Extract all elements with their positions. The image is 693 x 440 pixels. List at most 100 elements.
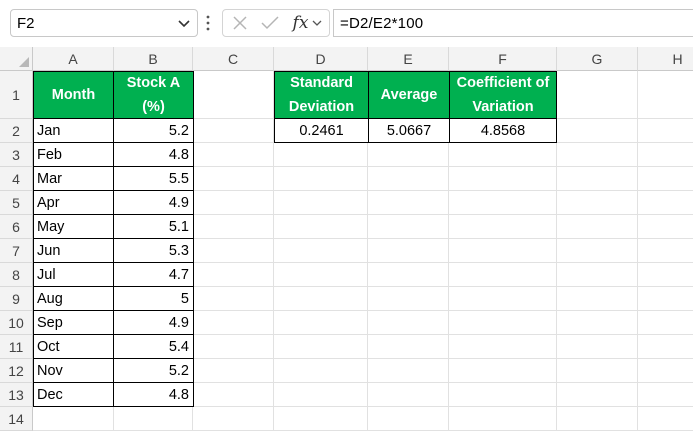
grid-cell[interactable]	[274, 335, 368, 359]
grid-cell[interactable]	[368, 311, 449, 335]
grid-cell[interactable]	[557, 359, 638, 383]
grid-cell[interactable]	[638, 335, 693, 359]
column-header-g[interactable]: G	[557, 47, 638, 71]
grid-cell[interactable]	[449, 263, 557, 287]
stock-value-cell[interactable]: 5.3	[113, 238, 194, 263]
stock-value-cell[interactable]: 4.7	[113, 262, 194, 287]
row-header[interactable]: 3	[0, 143, 33, 167]
stock-header-cell[interactable]: Stock A (%)	[113, 71, 194, 119]
cancel-button[interactable]	[227, 10, 253, 36]
grid-cell[interactable]	[557, 239, 638, 263]
grid-cell[interactable]	[368, 239, 449, 263]
stock-value-cell[interactable]: 4.9	[113, 190, 194, 215]
grid-cell[interactable]	[193, 119, 274, 143]
month-cell[interactable]: Aug	[33, 286, 114, 311]
month-header-cell[interactable]: Month	[33, 71, 114, 119]
average-value-cell[interactable]: 5.0667	[368, 118, 450, 143]
grid-cell[interactable]	[557, 71, 638, 119]
row-header[interactable]: 10	[0, 311, 33, 335]
grid-cell[interactable]	[638, 383, 693, 407]
grid-cell[interactable]	[557, 143, 638, 167]
grid-cell[interactable]	[557, 311, 638, 335]
grid-cell[interactable]	[638, 215, 693, 239]
column-header-h[interactable]: H	[638, 47, 693, 71]
grid-cell[interactable]	[449, 311, 557, 335]
grid-cell[interactable]	[557, 407, 638, 431]
grid-cell[interactable]	[638, 407, 693, 431]
grid-cell[interactable]	[638, 71, 693, 119]
grid-cell[interactable]	[449, 383, 557, 407]
grid-cell[interactable]	[638, 311, 693, 335]
grid-cell[interactable]	[193, 215, 274, 239]
grid-cell[interactable]	[193, 239, 274, 263]
month-cell[interactable]: Dec	[33, 382, 114, 407]
month-cell[interactable]: Mar	[33, 166, 114, 191]
column-header-b[interactable]: B	[114, 47, 193, 71]
row-header[interactable]: 1	[0, 71, 33, 119]
more-options-icon[interactable]	[205, 14, 211, 32]
grid-cell[interactable]	[33, 407, 114, 431]
grid-cell[interactable]	[193, 167, 274, 191]
grid-cell[interactable]	[557, 167, 638, 191]
grid-cell[interactable]	[193, 335, 274, 359]
stock-value-cell[interactable]: 5.2	[113, 358, 194, 383]
row-header[interactable]: 4	[0, 167, 33, 191]
grid-cell[interactable]	[368, 335, 449, 359]
grid-cell[interactable]	[274, 143, 368, 167]
stock-value-cell[interactable]: 4.9	[113, 310, 194, 335]
grid-cell[interactable]	[368, 143, 449, 167]
month-cell[interactable]: Nov	[33, 358, 114, 383]
insert-function-button[interactable]: fx	[289, 10, 327, 36]
column-header-f[interactable]: F	[449, 47, 557, 71]
cv-header-cell[interactable]: Coefficient of Variation	[449, 71, 557, 119]
column-header-d[interactable]: D	[274, 47, 368, 71]
grid-cell[interactable]	[449, 335, 557, 359]
column-header-a[interactable]: A	[33, 47, 114, 71]
row-header[interactable]: 13	[0, 383, 33, 407]
formula-input[interactable]: =D2/E2*100	[333, 9, 693, 37]
row-header[interactable]: 7	[0, 239, 33, 263]
grid-cell[interactable]	[368, 287, 449, 311]
grid-cell[interactable]	[274, 287, 368, 311]
grid-cell[interactable]	[449, 143, 557, 167]
grid-cell[interactable]	[638, 167, 693, 191]
grid-cell[interactable]	[557, 263, 638, 287]
grid-cell[interactable]	[368, 359, 449, 383]
grid-cell[interactable]	[368, 263, 449, 287]
grid-cell[interactable]	[274, 263, 368, 287]
grid-cell[interactable]	[193, 311, 274, 335]
month-cell[interactable]: Jan	[33, 118, 114, 143]
row-header[interactable]: 14	[0, 407, 33, 431]
grid-cell[interactable]	[449, 191, 557, 215]
month-cell[interactable]: Jul	[33, 262, 114, 287]
month-cell[interactable]: Sep	[33, 310, 114, 335]
grid-cell[interactable]	[274, 215, 368, 239]
grid-cell[interactable]	[274, 383, 368, 407]
grid-cell[interactable]	[193, 143, 274, 167]
stock-value-cell[interactable]: 5.4	[113, 334, 194, 359]
row-header[interactable]: 12	[0, 359, 33, 383]
stock-value-cell[interactable]: 5.2	[113, 118, 194, 143]
grid-cell[interactable]	[449, 287, 557, 311]
stock-value-cell[interactable]: 4.8	[113, 382, 194, 407]
grid-cell[interactable]	[449, 239, 557, 263]
std-dev-header-cell[interactable]: Standard Deviation	[274, 71, 369, 119]
grid-cell[interactable]	[274, 191, 368, 215]
grid-cell[interactable]	[193, 383, 274, 407]
stock-value-cell[interactable]: 5.1	[113, 214, 194, 239]
column-header-c[interactable]: C	[193, 47, 274, 71]
std-dev-value-cell[interactable]: 0.2461	[274, 118, 369, 143]
grid-cell[interactable]	[638, 263, 693, 287]
grid-cell[interactable]	[193, 71, 274, 119]
grid-cell[interactable]	[638, 239, 693, 263]
cv-value-cell[interactable]: 4.8568	[449, 118, 557, 143]
grid-cell[interactable]	[638, 287, 693, 311]
grid-cell[interactable]	[449, 167, 557, 191]
grid-cell[interactable]	[557, 383, 638, 407]
grid-cell[interactable]	[193, 359, 274, 383]
row-header[interactable]: 9	[0, 287, 33, 311]
chevron-down-icon[interactable]	[177, 14, 191, 32]
grid-cell[interactable]	[193, 407, 274, 431]
month-cell[interactable]: Apr	[33, 190, 114, 215]
grid-cell[interactable]	[368, 167, 449, 191]
